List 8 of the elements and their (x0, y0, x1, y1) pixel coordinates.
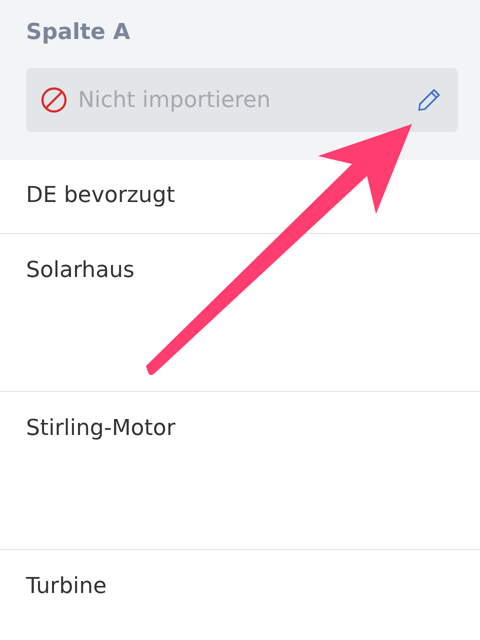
pencil-icon[interactable] (416, 87, 442, 113)
mapping-select[interactable]: Nicht importieren (26, 68, 458, 132)
table-cell: Stirling-Motor (26, 416, 176, 441)
table-cell: DE bevorzugt (26, 183, 175, 208)
table-cell: Solarhaus (26, 258, 135, 283)
table-cell: Turbine (26, 574, 107, 599)
blocked-icon (40, 86, 68, 114)
column-title: Spalte A (26, 19, 132, 47)
